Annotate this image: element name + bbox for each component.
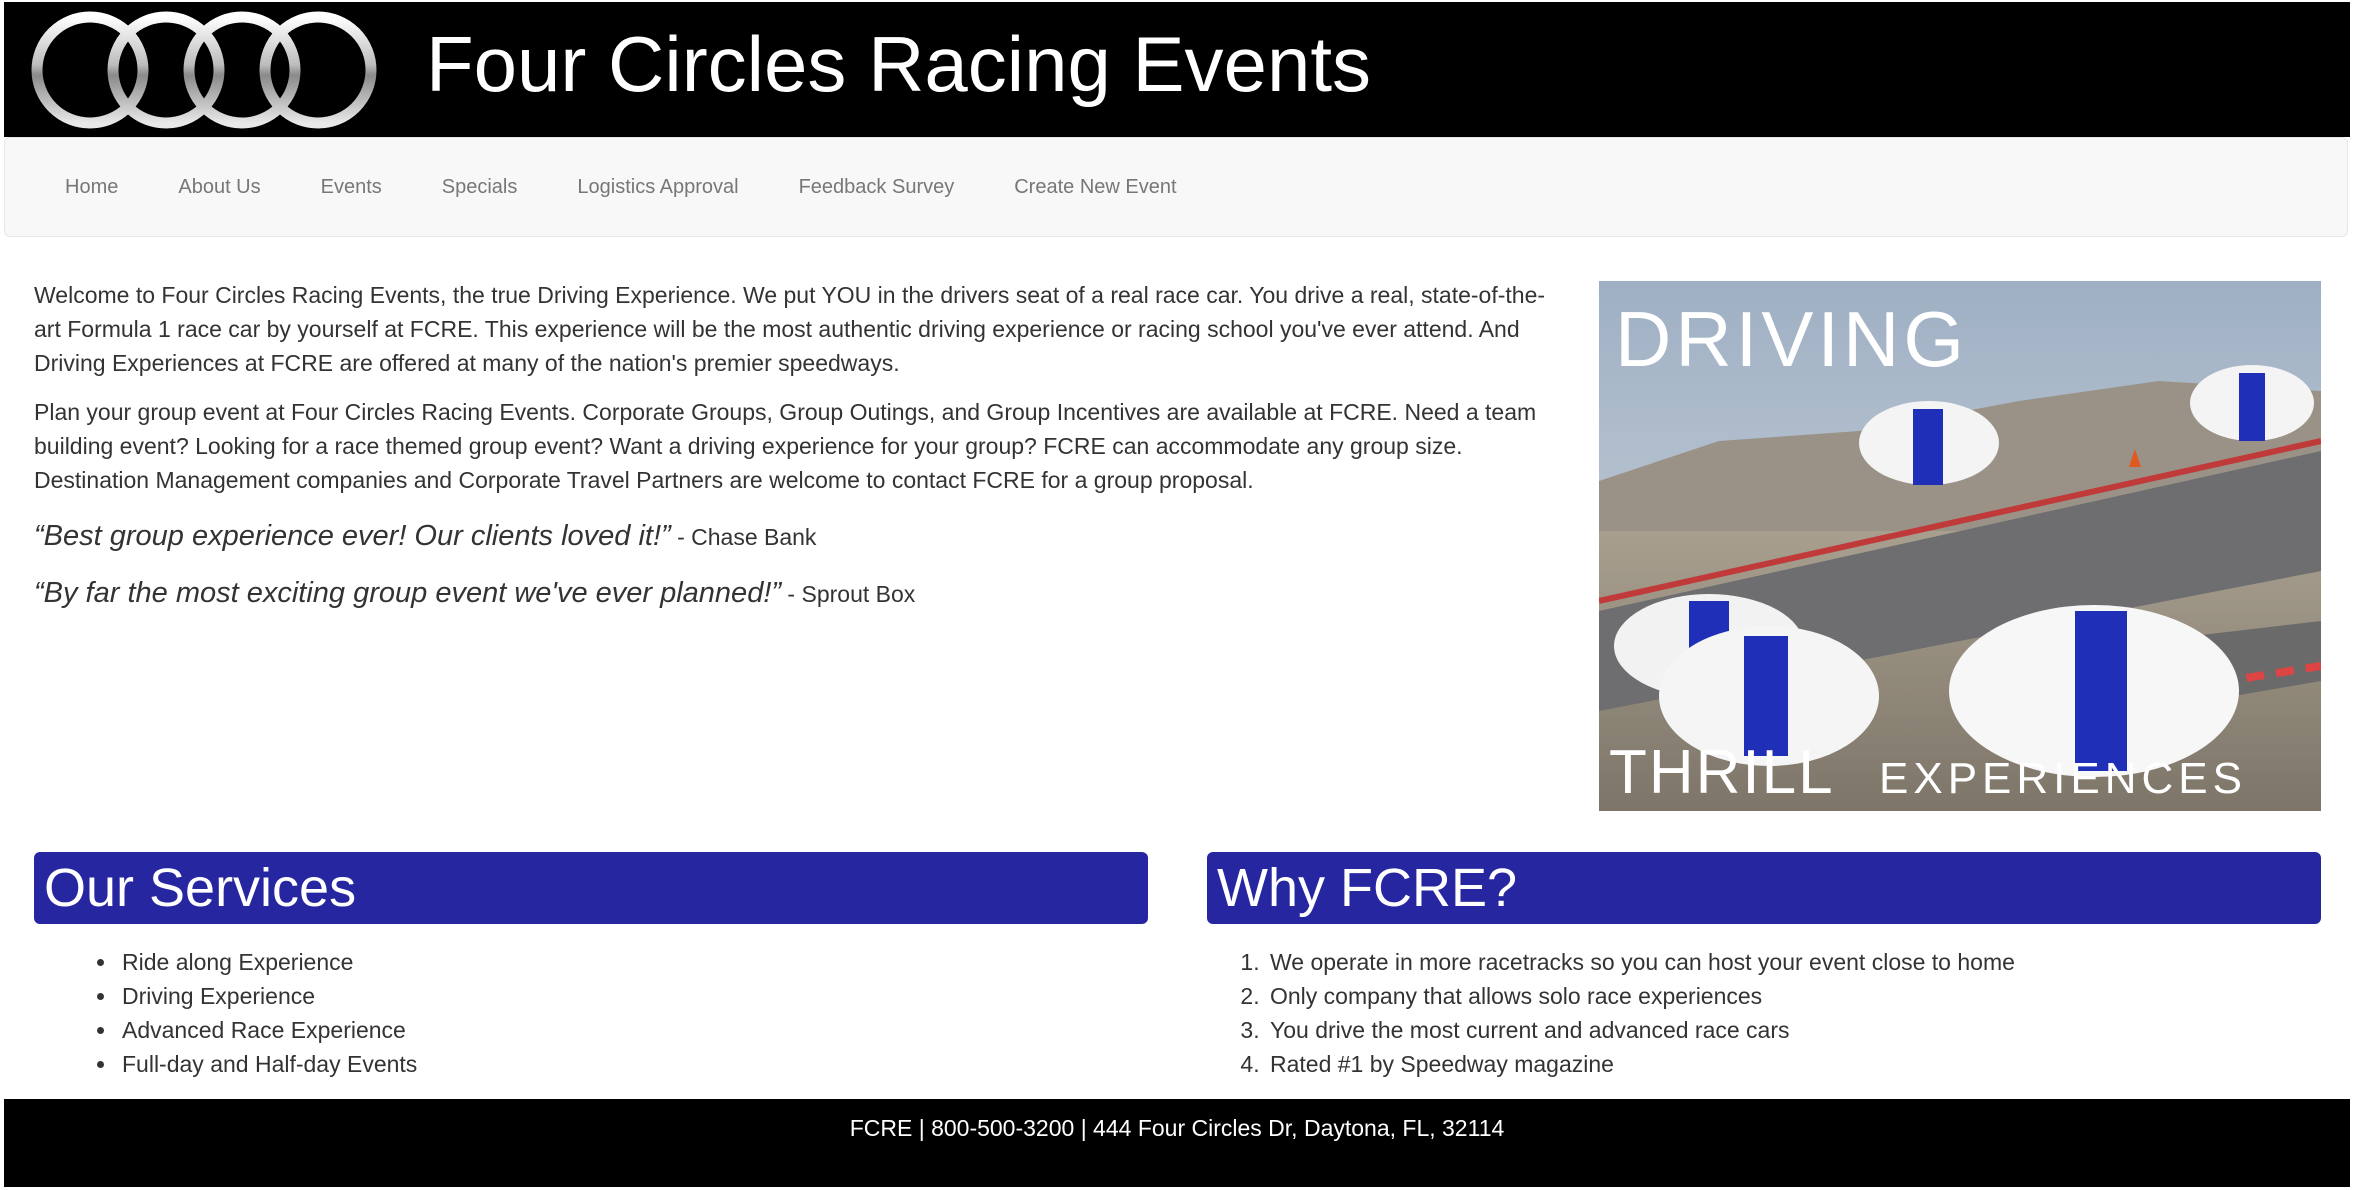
four-rings-logo[interactable] — [28, 8, 382, 132]
nav-item-about-us[interactable]: About Us — [148, 137, 290, 237]
services-heading: Our Services — [34, 852, 1148, 924]
testimonial-quote: “By far the most exciting group event we… — [34, 577, 782, 609]
race-car — [1949, 605, 2239, 777]
list-item: Driving Experience — [118, 979, 417, 1013]
nav-item-specials[interactable]: Specials — [412, 137, 548, 237]
services-list: Ride along Experience Driving Experience… — [88, 945, 417, 1081]
list-item: We operate in more racetracks so you can… — [1266, 945, 2015, 979]
list-item: Advanced Race Experience — [118, 1013, 417, 1047]
nav-item-create-new-event[interactable]: Create New Event — [984, 137, 1206, 237]
list-item: Only company that allows solo race exper… — [1266, 979, 2015, 1013]
testimonial-source: - Sprout Box — [781, 581, 916, 607]
hero-title-driving: DRIVING — [1615, 295, 1968, 383]
list-item: Full-day and Half-day Events — [118, 1047, 417, 1081]
testimonial: “Best group experience ever! Our clients… — [34, 519, 1554, 554]
testimonial-quote: “Best group experience ever! Our clients… — [34, 520, 671, 552]
site-title: Four Circles Racing Events — [426, 20, 1371, 108]
testimonial: “By far the most exciting group event we… — [34, 576, 1554, 611]
race-car — [1859, 401, 1999, 485]
testimonial-source: - Chase Bank — [670, 524, 817, 550]
hero-title-experiences: EXPERIENCES — [1879, 754, 2247, 803]
list-item: You drive the most current and advanced … — [1266, 1013, 2015, 1047]
why-list: We operate in more racetracks so you can… — [1234, 945, 2015, 1081]
hero-image: DRIVING THRILL EXPERIENCES — [1599, 281, 2321, 811]
site-footer: FCRE | 800-500-3200 | 444 Four Circles D… — [4, 1099, 2350, 1187]
hero-title-thrill: THRILL — [1609, 738, 1835, 807]
race-car — [2190, 365, 2314, 441]
intro-section: Welcome to Four Circles Racing Events, t… — [34, 278, 1554, 633]
why-heading: Why FCRE? — [1207, 852, 2321, 924]
group-event-paragraph: Plan your group event at Four Circles Ra… — [34, 399, 1537, 493]
site-header: Four Circles Racing Events — [4, 2, 2350, 137]
nav-item-events[interactable]: Events — [291, 137, 412, 237]
page: Four Circles Racing Events Home About Us… — [4, 0, 2350, 1190]
intro-paragraph: Welcome to Four Circles Racing Events, t… — [34, 282, 1546, 376]
list-item: Ride along Experience — [118, 945, 417, 979]
list-item: Rated #1 by Speedway magazine — [1266, 1047, 2015, 1081]
footer-contact: FCRE | 800-500-3200 | 444 Four Circles D… — [849, 1115, 1505, 1141]
nav-item-feedback-survey[interactable]: Feedback Survey — [769, 137, 985, 237]
main-nav: Home About Us Events Specials Logistics … — [4, 137, 2348, 237]
nav-item-logistics-approval[interactable]: Logistics Approval — [547, 137, 768, 237]
nav-item-home[interactable]: Home — [35, 137, 148, 237]
